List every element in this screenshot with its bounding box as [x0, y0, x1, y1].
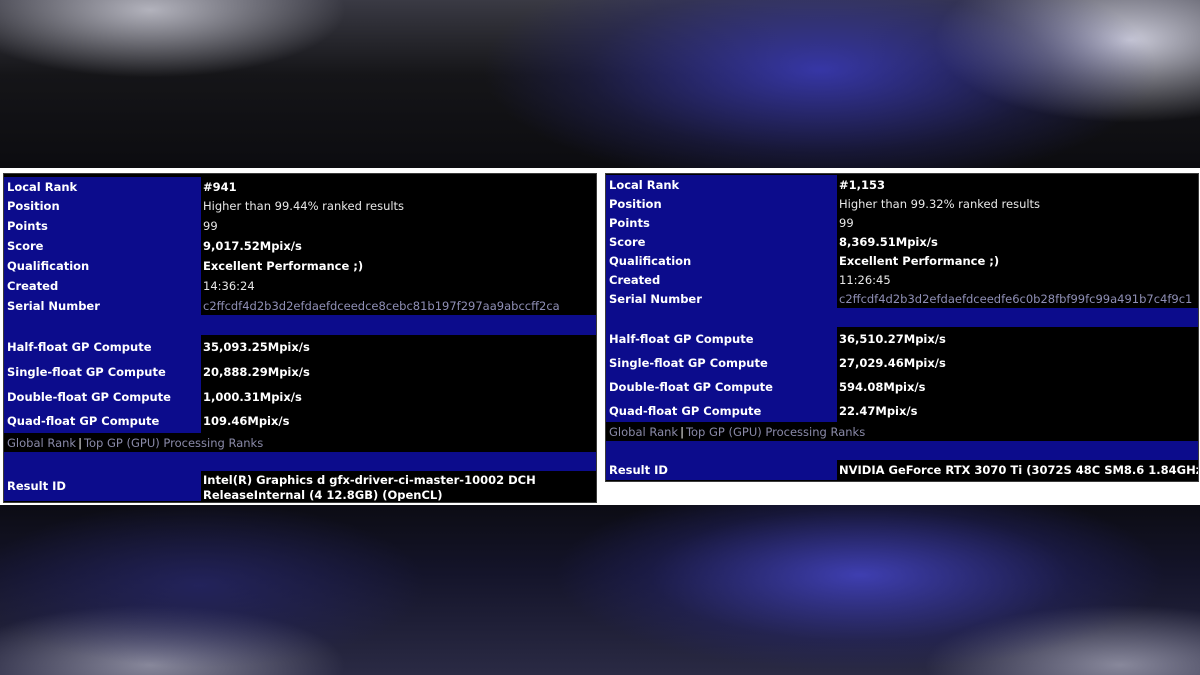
half-float-row: Half-float GP Compute 35,093.25Mpix/s	[4, 335, 596, 359]
background-top	[0, 0, 1200, 168]
single-float-label: Single-float GP Compute	[4, 359, 201, 384]
serial-row: Serial Number c2ffcdf4d2b3d2efdaefdceedc…	[4, 296, 596, 315]
score-label: Score	[606, 232, 837, 251]
points-label: Points	[606, 213, 837, 232]
local-rank-row: Local Rank #1,153	[606, 175, 1198, 194]
qualification-value: Excellent Performance ;)	[201, 256, 596, 276]
local-rank-value: #941	[201, 177, 596, 196]
score-label: Score	[4, 236, 201, 256]
double-float-row: Double-float GP Compute 594.08Mpix/s	[606, 375, 1198, 399]
top-gp-ranks-link[interactable]: Top GP (GPU) Processing Ranks	[84, 436, 263, 450]
result-id-label: Result ID	[4, 471, 201, 501]
serial-value: c2ffcdf4d2b3d2efdaefdceedfe6c0b28fbf99fc…	[837, 289, 1198, 308]
half-float-label: Half-float GP Compute	[4, 335, 201, 359]
qualification-row: Qualification Excellent Performance ;)	[4, 256, 596, 276]
local-rank-label: Local Rank	[606, 175, 837, 194]
score-value: 9,017.52Mpix/s	[201, 236, 596, 256]
result-id-label: Result ID	[606, 460, 837, 480]
score-row: Score 8,369.51Mpix/s	[606, 232, 1198, 251]
double-float-label: Double-float GP Compute	[606, 375, 837, 399]
position-value: Higher than 99.44% ranked results	[201, 196, 596, 216]
score-value: 8,369.51Mpix/s	[837, 232, 1198, 251]
double-float-label: Double-float GP Compute	[4, 384, 201, 409]
single-float-label: Single-float GP Compute	[606, 351, 837, 375]
position-label: Position	[606, 194, 837, 213]
serial-value: c2ffcdf4d2b3d2efdaefdceedce8cebc81b197f2…	[201, 296, 596, 315]
created-value: 14:36:24	[201, 276, 596, 296]
qualification-row: Qualification Excellent Performance ;)	[606, 251, 1198, 270]
single-float-row: Single-float GP Compute 20,888.29Mpix/s	[4, 359, 596, 384]
qualification-value: Excellent Performance ;)	[837, 251, 1198, 270]
created-row: Created 11:26:45	[606, 270, 1198, 289]
points-value: 99	[837, 213, 1198, 232]
score-row: Score 9,017.52Mpix/s	[4, 236, 596, 256]
created-row: Created 14:36:24	[4, 276, 596, 296]
single-float-value: 27,029.46Mpix/s	[837, 351, 1198, 375]
result-id-row: Result ID NVIDIA GeForce RTX 3070 Ti (30…	[606, 460, 1198, 480]
left-result-panel: Local Rank #941 Position Higher than 99.…	[3, 173, 597, 503]
half-float-row: Half-float GP Compute 36,510.27Mpix/s	[606, 327, 1198, 351]
quad-float-value: 22.47Mpix/s	[837, 399, 1198, 422]
result-id-row: Result ID Intel(R) Graphics d gfx-driver…	[4, 471, 596, 501]
local-rank-row: Local Rank #941	[4, 177, 596, 196]
points-value: 99	[201, 216, 596, 236]
background-bottom	[0, 505, 1200, 675]
result-id-value: Intel(R) Graphics d gfx-driver-ci-master…	[201, 471, 596, 501]
link-separator: |	[78, 435, 82, 450]
section-separator	[4, 315, 596, 335]
qualification-label: Qualification	[4, 256, 201, 276]
points-label: Points	[4, 216, 201, 236]
single-float-value: 20,888.29Mpix/s	[201, 359, 596, 384]
double-float-row: Double-float GP Compute 1,000.31Mpix/s	[4, 384, 596, 409]
created-value: 11:26:45	[837, 270, 1198, 289]
created-label: Created	[606, 270, 837, 289]
global-rank-link[interactable]: Global Rank	[609, 425, 678, 439]
serial-label: Serial Number	[606, 289, 837, 308]
quad-float-row: Quad-float GP Compute 109.46Mpix/s	[4, 409, 596, 433]
section-separator	[606, 308, 1198, 327]
half-float-label: Half-float GP Compute	[606, 327, 837, 351]
created-label: Created	[4, 276, 201, 296]
single-float-row: Single-float GP Compute 27,029.46Mpix/s	[606, 351, 1198, 375]
local-rank-label: Local Rank	[4, 177, 201, 196]
quad-float-label: Quad-float GP Compute	[4, 409, 201, 433]
link-separator: |	[680, 424, 684, 439]
global-rank-link[interactable]: Global Rank	[7, 436, 76, 450]
rank-links: Global Rank | Top GP (GPU) Processing Ra…	[4, 433, 596, 452]
result-id-value: NVIDIA GeForce RTX 3070 Ti (3072S 48C SM…	[837, 460, 1198, 480]
position-label: Position	[4, 196, 201, 216]
right-result-panel: Local Rank #1,153 Position Higher than 9…	[605, 173, 1199, 482]
serial-label: Serial Number	[4, 296, 201, 315]
links-separator	[4, 452, 596, 471]
quad-float-value: 109.46Mpix/s	[201, 409, 596, 433]
double-float-value: 594.08Mpix/s	[837, 375, 1198, 399]
half-float-value: 35,093.25Mpix/s	[201, 335, 596, 359]
serial-row: Serial Number c2ffcdf4d2b3d2efdaefdceedf…	[606, 289, 1198, 308]
quad-float-label: Quad-float GP Compute	[606, 399, 837, 422]
position-value: Higher than 99.32% ranked results	[837, 194, 1198, 213]
qualification-label: Qualification	[606, 251, 837, 270]
links-separator	[606, 441, 1198, 460]
position-row: Position Higher than 99.32% ranked resul…	[606, 194, 1198, 213]
rank-links: Global Rank | Top GP (GPU) Processing Ra…	[606, 422, 1198, 441]
half-float-value: 36,510.27Mpix/s	[837, 327, 1198, 351]
top-gp-ranks-link[interactable]: Top GP (GPU) Processing Ranks	[686, 425, 865, 439]
local-rank-value: #1,153	[837, 175, 1198, 194]
points-row: Points 99	[4, 216, 596, 236]
position-row: Position Higher than 99.44% ranked resul…	[4, 196, 596, 216]
quad-float-row: Quad-float GP Compute 22.47Mpix/s	[606, 399, 1198, 422]
points-row: Points 99	[606, 213, 1198, 232]
double-float-value: 1,000.31Mpix/s	[201, 384, 596, 409]
